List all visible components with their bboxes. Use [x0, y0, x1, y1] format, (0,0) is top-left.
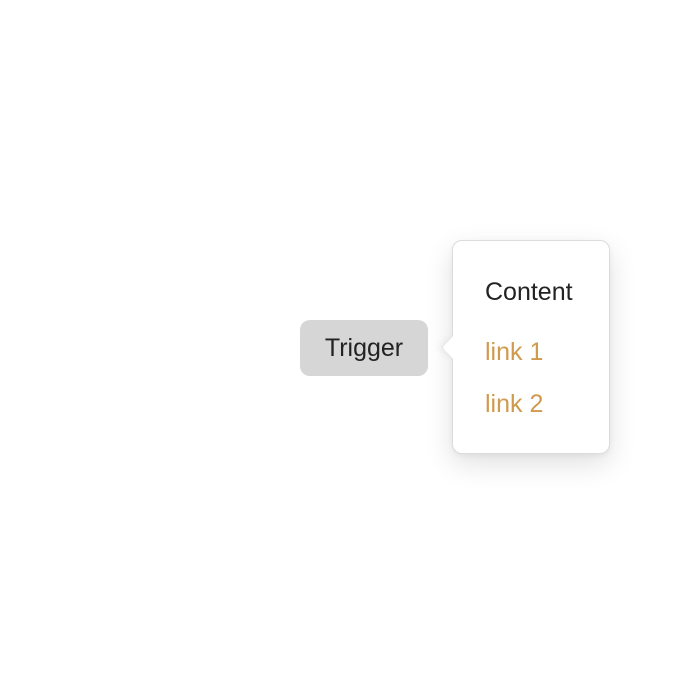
popover: Content link 1 link 2 [440, 240, 610, 454]
popover-content-title: Content [485, 278, 573, 306]
page-canvas: Trigger Content link 1 link 2 [0, 0, 680, 680]
popover-body: Content link 1 link 2 [453, 241, 609, 453]
popover-link-2[interactable]: link 2 [485, 389, 543, 419]
trigger-button[interactable]: Trigger [300, 320, 428, 376]
popover-link-1[interactable]: link 1 [485, 337, 543, 367]
